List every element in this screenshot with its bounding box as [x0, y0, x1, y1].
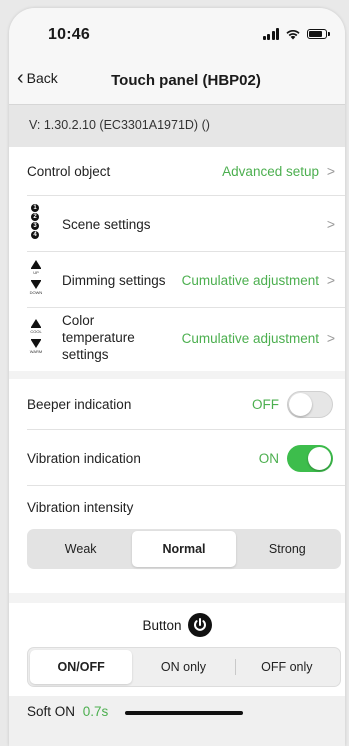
beeper-row: Beeper indication OFF	[9, 379, 345, 430]
dimming-settings-value: Cumulative adjustment	[181, 273, 319, 288]
chevron-right-icon: >	[326, 272, 335, 288]
beeper-label: Beeper indication	[27, 397, 132, 412]
beeper-toggle[interactable]	[287, 391, 333, 418]
phone-screen: 10:46 ‹ Back Touch panel (HBP02) V: 1.30…	[9, 8, 345, 746]
mode-on-only[interactable]: ON only	[132, 650, 234, 684]
status-icons	[262, 28, 330, 40]
color-temperature-value: Cumulative adjustment	[181, 331, 319, 346]
vibration-row: Vibration indication ON	[9, 430, 345, 486]
color-temperature-label: Color temperature settings	[62, 313, 135, 362]
control-object-row[interactable]: Control object Advanced setup >	[9, 147, 345, 196]
soft-on-label-group: Soft ON 0.7s	[27, 704, 108, 719]
power-icon	[187, 613, 212, 637]
soft-on-row[interactable]: Soft ON 0.7s	[9, 696, 345, 746]
dimming-settings-label: Dimming settings	[62, 273, 166, 288]
chevron-right-icon: >	[326, 216, 335, 232]
signal-icon	[262, 28, 279, 40]
intensity-weak[interactable]: Weak	[29, 531, 132, 567]
button-label: Button	[142, 617, 182, 633]
button-heading: Button	[9, 613, 345, 637]
vibration-state-text: ON	[258, 451, 279, 466]
vibration-label: Vibration indication	[27, 451, 141, 466]
chevron-right-icon: >	[326, 330, 335, 346]
page-title: Touch panel (HBP02)	[111, 72, 261, 89]
indications-card: Beeper indication OFF Vibration indicati…	[9, 379, 345, 593]
version-text: V: 1.30.2.10 (EC3301A1971D) ()	[29, 118, 210, 132]
intensity-normal[interactable]: Normal	[132, 531, 236, 567]
color-temperature-row[interactable]: COOL WARM Color temperature settings Cum…	[9, 308, 345, 371]
navigation-bar: ‹ Back Touch panel (HBP02)	[9, 58, 345, 105]
button-mode-selector: ON/OFF ON only OFF only	[27, 647, 341, 687]
vibration-toggle[interactable]	[287, 445, 333, 472]
scene-settings-row[interactable]: 1 2 3 4 Scene settings >	[9, 196, 345, 252]
mode-on-off[interactable]: ON/OFF	[30, 650, 133, 684]
beeper-state-text: OFF	[252, 397, 279, 412]
vibration-intensity-label: Vibration intensity	[27, 500, 134, 515]
status-time: 10:46	[48, 26, 90, 43]
vibration-intensity-selector: Weak Normal Strong	[27, 529, 341, 569]
chevron-right-icon: >	[326, 163, 335, 179]
status-bar: 10:46	[9, 8, 345, 58]
version-strip: V: 1.30.2.10 (EC3301A1971D) ()	[9, 105, 345, 147]
up-down-icon: UP DOWN	[29, 260, 43, 296]
soft-on-label: Soft ON	[27, 704, 76, 719]
cool-warm-icon: COOL WARM	[29, 319, 43, 355]
wifi-icon	[286, 29, 300, 40]
control-object-value: Advanced setup	[222, 164, 319, 179]
soft-on-value: 0.7s	[82, 704, 109, 719]
settings-card: Control object Advanced setup > 1 2 3 4 …	[9, 147, 345, 371]
battery-icon	[307, 29, 330, 39]
home-indicator	[125, 711, 243, 715]
scene-number-icon: 1 2 3 4	[31, 204, 39, 239]
mode-off-only[interactable]: OFF only	[236, 650, 338, 684]
dimming-settings-row[interactable]: UP DOWN Dimming settings Cumulative adju…	[9, 252, 345, 308]
control-object-label: Control object	[27, 164, 111, 179]
scene-settings-label: Scene settings	[62, 217, 151, 232]
intensity-strong[interactable]: Strong	[236, 531, 339, 567]
